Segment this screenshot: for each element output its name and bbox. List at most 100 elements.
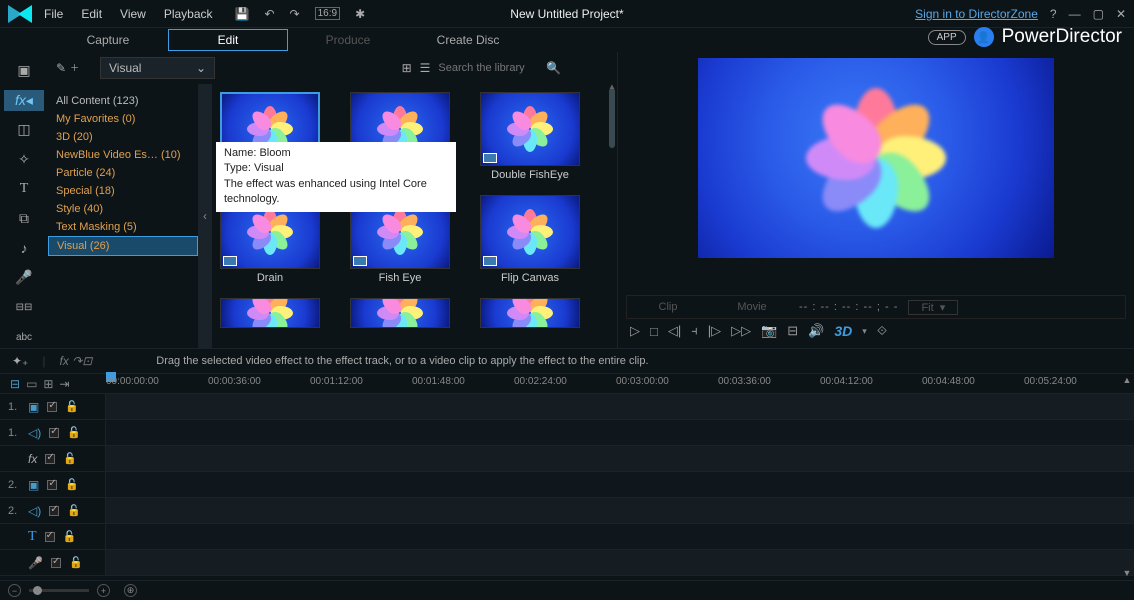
effect-thumb[interactable]: BloomName: BloomType: VisualThe effect w… <box>220 92 320 181</box>
voice-room-icon[interactable]: 🎤 <box>4 267 44 289</box>
fit-dropdown[interactable]: Fit ▾ <box>908 300 958 315</box>
redo-icon[interactable]: ↷ <box>290 7 300 21</box>
popout-icon[interactable]: ⟐ <box>877 323 887 339</box>
tab-edit[interactable]: Edit <box>168 29 288 51</box>
effect-thumb[interactable] <box>480 298 580 328</box>
track-visible-checkbox[interactable] <box>51 558 61 568</box>
track-visible-checkbox[interactable] <box>47 402 57 412</box>
track-manager-icon[interactable]: ⊞ <box>43 377 53 391</box>
fast-forward-button[interactable]: ▷▷ <box>731 323 751 339</box>
search-input[interactable] <box>438 62 538 74</box>
stop-button[interactable]: □ <box>650 324 658 339</box>
category-item[interactable]: Text Masking (5) <box>48 218 198 236</box>
storyboard-view-icon[interactable]: ▭ <box>26 377 37 391</box>
undo-icon[interactable]: ↶ <box>264 7 274 21</box>
timeline-track[interactable]: 2.◁)🔓 <box>0 498 1134 524</box>
menu-view[interactable]: View <box>120 7 146 21</box>
track-body[interactable] <box>106 498 1134 523</box>
track-visible-checkbox[interactable] <box>49 506 59 516</box>
particle-room-icon[interactable]: ✧ <box>4 149 44 171</box>
sort-icon[interactable]: ☰ <box>420 61 431 75</box>
collapse-sidebar-button[interactable]: ‹ <box>198 84 212 348</box>
track-lock-icon[interactable]: 🔓 <box>67 504 81 517</box>
track-body[interactable] <box>106 420 1134 445</box>
category-item[interactable]: All Content (123) <box>48 92 198 110</box>
track-visible-checkbox[interactable] <box>49 428 59 438</box>
3d-button[interactable]: 3D <box>834 323 852 339</box>
track-body[interactable] <box>106 472 1134 497</box>
help-icon[interactable]: ? <box>1050 7 1057 21</box>
effect-thumb[interactable]: Flip Canvas <box>480 195 580 284</box>
tab-create-disc[interactable]: Create Disc <box>408 30 528 50</box>
minimize-icon[interactable]: — <box>1069 7 1081 21</box>
next-unit-button[interactable]: ⫞ <box>691 323 698 339</box>
menu-edit[interactable]: Edit <box>81 7 102 21</box>
effect-thumb[interactable] <box>350 298 450 328</box>
tab-produce[interactable]: Produce <box>288 30 408 50</box>
track-lock-icon[interactable]: 🔓 <box>65 478 79 491</box>
track-body[interactable] <box>106 446 1134 471</box>
track-body[interactable] <box>106 524 1134 549</box>
settings-icon[interactable]: ✱ <box>355 7 365 21</box>
timeline-track[interactable]: 2.▣🔓 <box>0 472 1134 498</box>
next-frame-button[interactable]: |▷ <box>708 323 721 339</box>
category-item[interactable]: Special (18) <box>48 182 198 200</box>
effect-thumb[interactable]: Double FishEye <box>480 92 580 181</box>
save-icon[interactable]: 💾 <box>235 7 250 21</box>
ratio-icon[interactable]: 16:9 <box>315 7 340 20</box>
track-lock-icon[interactable]: 🔓 <box>67 426 81 439</box>
track-lock-icon[interactable]: 🔓 <box>63 452 77 465</box>
track-body[interactable] <box>106 550 1134 575</box>
menu-playback[interactable]: Playback <box>164 7 213 21</box>
effect-thumb[interactable] <box>220 298 320 328</box>
grid-view-icon[interactable]: ⊞ <box>402 61 412 75</box>
track-visible-checkbox[interactable] <box>45 454 55 464</box>
timeline-track[interactable]: 1.◁)🔓 <box>0 420 1134 446</box>
timeline-track[interactable]: 🎤🔓 <box>0 550 1134 576</box>
category-dropdown[interactable]: Visual ⌄ <box>100 57 215 79</box>
category-item[interactable]: Style (40) <box>48 200 198 218</box>
search-icon[interactable]: 🔍 <box>546 61 561 75</box>
timeline-track[interactable]: T🔓 <box>0 524 1134 550</box>
media-room-icon[interactable]: ▣ <box>4 60 44 82</box>
category-item[interactable]: Particle (24) <box>48 164 198 182</box>
marker-icon[interactable]: ⇥ <box>59 377 69 391</box>
track-lock-icon[interactable]: 🔓 <box>69 556 83 569</box>
tab-capture[interactable]: Capture <box>48 30 168 50</box>
signin-link[interactable]: Sign in to DirectorZone <box>915 7 1038 21</box>
maximize-icon[interactable]: ▢ <box>1093 7 1104 21</box>
track-visible-checkbox[interactable] <box>45 532 55 542</box>
fx-room-icon[interactable]: fx ◂ <box>4 90 44 112</box>
timeline-track[interactable]: 1.▣🔓 <box>0 394 1134 420</box>
audio-room-icon[interactable]: ♪ <box>4 238 44 260</box>
category-item[interactable]: Visual (26) <box>48 236 198 256</box>
paint-pen-icon[interactable]: ✎ <box>56 61 66 75</box>
subtitle-room-icon[interactable]: abc <box>4 326 44 348</box>
fx-tools-icon[interactable]: fx ↷⊡ <box>60 354 93 368</box>
magic-icon[interactable]: ✦₊ <box>12 354 28 368</box>
prev-frame-button[interactable]: ◁| <box>668 323 681 339</box>
track-visible-checkbox[interactable] <box>47 480 57 490</box>
category-item[interactable]: My Favorites (0) <box>48 110 198 128</box>
menu-file[interactable]: File <box>44 7 63 21</box>
close-icon[interactable]: ✕ <box>1116 7 1126 21</box>
fit-timeline-button[interactable]: ⊕ <box>124 584 137 597</box>
zoom-slider[interactable] <box>29 589 89 592</box>
library-scrollbar[interactable]: ▲ <box>607 84 617 348</box>
time-ruler[interactable]: ⊟ ▭ ⊞ ⇥ 00:00:00:0000:00:36:0000:01:12:0… <box>0 374 1134 394</box>
loop-icon[interactable]: ⊟ <box>787 323 798 339</box>
track-lock-icon[interactable]: 🔓 <box>63 530 77 543</box>
timeline-track[interactable]: fx🔓 <box>0 446 1134 472</box>
play-button[interactable]: ▷ <box>630 323 640 339</box>
snapshot-button[interactable]: 📷 <box>761 323 777 339</box>
timeline-view-icon[interactable]: ⊟ <box>10 377 20 391</box>
preview-movie-tab[interactable]: Movie <box>715 301 789 313</box>
zoom-in-button[interactable]: + <box>97 584 110 597</box>
app-badge[interactable]: APP <box>928 30 966 45</box>
preview-clip-tab[interactable]: Clip <box>631 301 705 313</box>
add-icon[interactable]: ＋ <box>70 61 79 75</box>
pip-room-icon[interactable]: ◫ <box>4 119 44 141</box>
user-avatar-icon[interactable]: 👤 <box>974 27 994 47</box>
ruler-down-icon[interactable]: ▼ <box>1122 568 1132 578</box>
ruler-up-icon[interactable]: ▲ <box>1122 375 1132 385</box>
